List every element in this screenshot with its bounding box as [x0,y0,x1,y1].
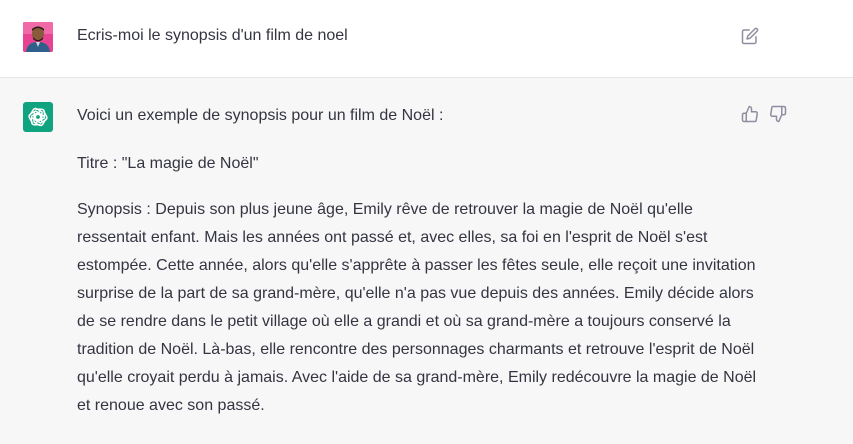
user-photo-icon [23,22,53,52]
assistant-avatar [23,102,53,132]
synopsis-text: Synopsis : Depuis son plus jeune âge, Em… [77,201,757,414]
film-title-text: Titre : "La magie de Noël" [77,155,259,172]
user-message-text: Ecris-moi le synopsis d'un film de noel [77,27,348,44]
thumbs-up-icon[interactable] [741,105,759,123]
chat-page: Ecris-moi le synopsis d'un film de noel [0,0,853,444]
assistant-message-content: Voici un exemple de synopsis pour un fil… [77,105,757,420]
openai-logo-icon [28,107,48,127]
assistant-intro-text: Voici un exemple de synopsis pour un fil… [77,107,444,124]
thumbs-down-icon[interactable] [769,105,787,123]
user-message-row: Ecris-moi le synopsis d'un film de noel [0,0,853,78]
assistant-message-row: Voici un exemple de synopsis pour un fil… [0,78,853,444]
edit-icon[interactable] [741,27,759,45]
user-avatar [23,22,53,52]
